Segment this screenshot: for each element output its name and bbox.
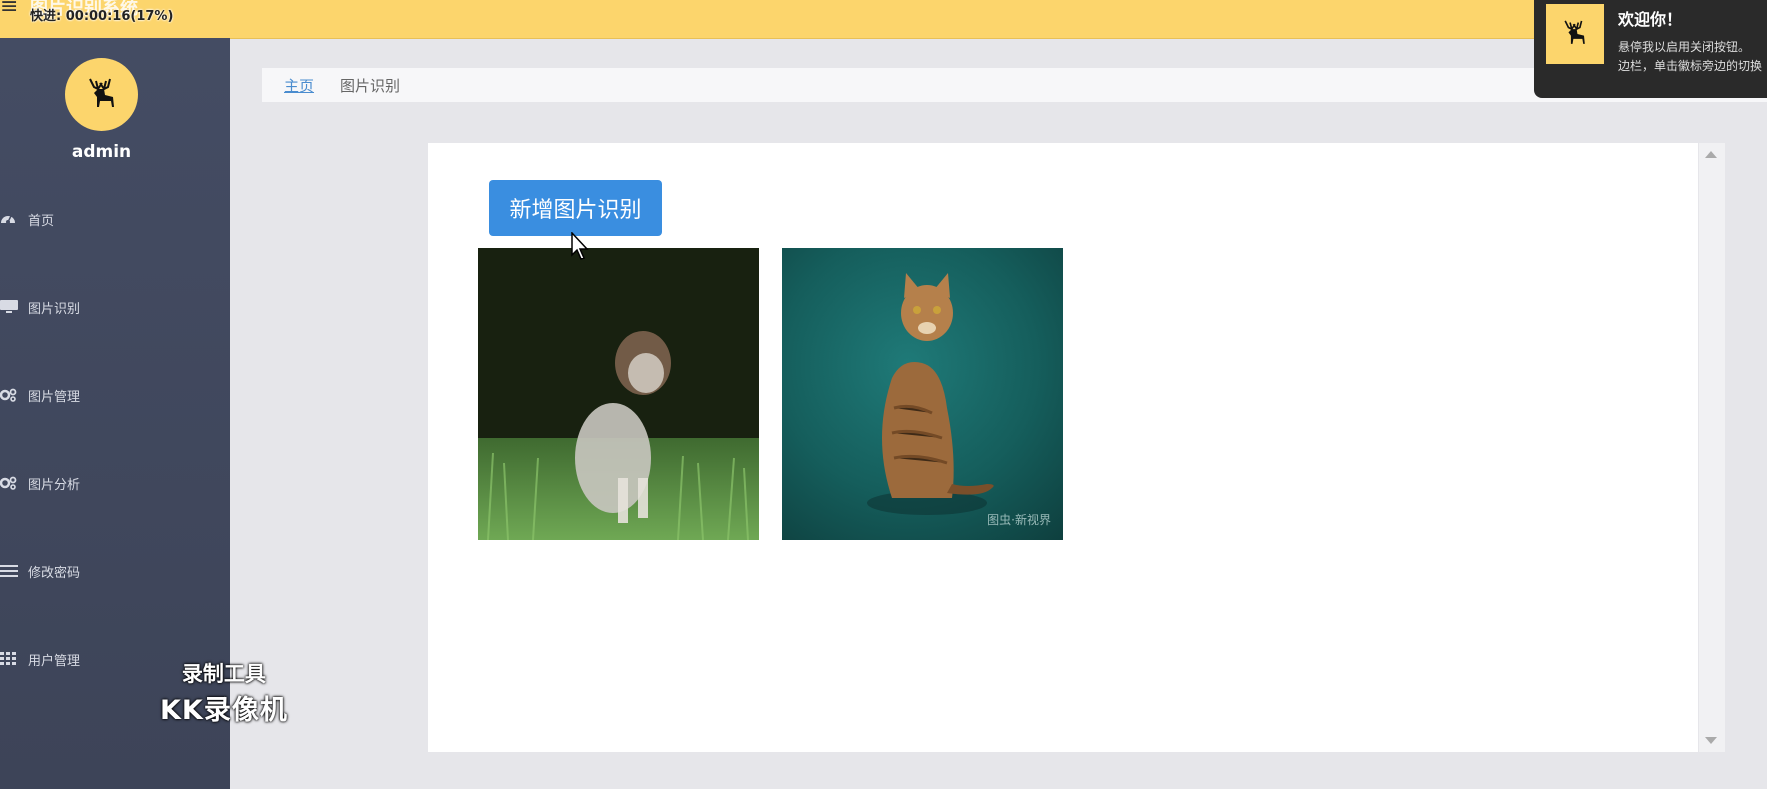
sidebar-item-label: 修改密码 [28,565,81,581]
scrollbar[interactable] [1699,143,1725,752]
sidebar-item-label: 首页 [28,213,55,229]
sidebar-item-label: 图片分析 [28,477,81,493]
recorder-watermark: 录制工具 KK录像机 [160,658,288,727]
dog-image [478,248,759,540]
sidebar-item-label: 图片管理 [28,389,81,405]
breadcrumb-current: 图片识别 [340,76,401,95]
hamburger-icon[interactable]: ≡ [0,0,18,18]
avatar [65,58,138,131]
toast-message-line: 边栏，单击徽标旁边的切换 [1618,59,1763,73]
scroll-down-arrow-icon[interactable] [1705,737,1717,744]
welcome-toast[interactable]: 欢迎你！ 悬停我以启用关闭按钮。 边栏，单击徽标旁边的切换 [1534,0,1767,98]
monitor-icon [0,300,28,314]
sidebar-item-image-management[interactable]: 图片管理 [0,380,230,410]
image-watermark: 图虫·新视界 [987,513,1051,527]
toast-avatar [1546,4,1604,64]
deer-icon [88,78,114,107]
deer-icon [1564,20,1585,44]
sidebar-item-recognition[interactable]: 图片识别 [0,292,230,322]
gears-icon [0,388,28,402]
image-thumbnail-dog[interactable] [478,248,759,540]
grid-icon [0,652,28,666]
gears-icon [0,476,28,490]
breadcrumb-home-link[interactable]: 主页 [284,75,314,96]
sidebar-item-label: 用户管理 [28,653,81,669]
cat-image [867,273,994,515]
sidebar-item-label: 图片识别 [28,301,81,317]
image-thumbnail-cat[interactable]: 图虫·新视界 [782,248,1063,540]
dashboard-icon [0,212,28,226]
sidebar-item-change-password[interactable]: 修改密码 [0,556,230,586]
watermark-line: 录制工具 [181,662,266,686]
add-recognition-button[interactable]: 新增图片识别 [489,180,662,236]
scroll-up-arrow-icon[interactable] [1705,151,1717,158]
list-icon [0,564,28,578]
username: admin [71,142,132,162]
toast-message: 悬停我以启用关闭按钮。 边栏，单击徽标旁边的切换 [1618,38,1767,76]
toast-title: 欢迎你！ [1618,10,1683,29]
recording-status: 快进: 00:00:16(17%) [30,9,174,24]
mouse-cursor-icon [571,232,589,260]
top-bar: ≡ 图片识别系统 快进: 00:00:16(17%) [0,0,1767,39]
sidebar-item-home[interactable]: 首页 [0,204,230,234]
sidebar-item-image-analysis[interactable]: 图片分析 [0,468,230,498]
watermark-line: KK录像机 [160,695,288,726]
toast-message-line: 悬停我以启用关闭按钮。 [1618,40,1751,54]
